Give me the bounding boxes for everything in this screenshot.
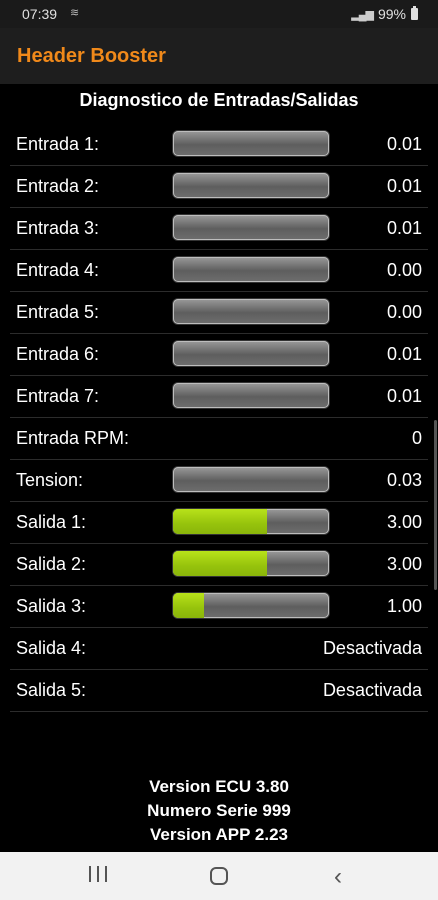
io-value: 0.01 <box>386 176 422 196</box>
io-value: Desactivada <box>322 638 422 658</box>
io-level-fill <box>173 593 205 618</box>
io-row: Entrada 6: 0.01 <box>10 334 428 376</box>
app-title: Header Booster <box>17 45 166 67</box>
io-level-bar <box>173 593 329 618</box>
status-right: ▂▄▆ 99% <box>351 6 418 22</box>
io-row: Salida 4: Desactivada <box>10 628 428 670</box>
scrollbar[interactable] <box>434 420 437 590</box>
io-label: Entrada 2: <box>16 176 100 196</box>
io-label: Salida 5: <box>16 680 87 700</box>
battery-icon <box>411 6 418 20</box>
io-row: Tension: 0.03 <box>10 460 428 502</box>
io-label: Entrada 3: <box>16 218 100 238</box>
io-value: 0.01 <box>386 386 422 406</box>
io-value: 0.00 <box>386 260 422 280</box>
io-level-bar <box>173 173 329 198</box>
io-value: 1.00 <box>386 596 422 616</box>
io-level-bar <box>173 383 329 408</box>
io-label: Entrada 4: <box>16 260 100 280</box>
battery-percent: 99% <box>377 6 406 22</box>
io-label: Entrada 6: <box>16 344 100 364</box>
footer: Version ECU 3.80 Numero Serie 999 Versio… <box>0 775 438 847</box>
serial-number: Numero Serie 999 <box>147 801 291 820</box>
io-value: 3.00 <box>386 512 422 532</box>
io-row: Salida 5: Desactivada <box>10 670 428 712</box>
io-level-bar <box>173 467 329 492</box>
io-label: Salida 2: <box>16 554 87 574</box>
io-value: 0.01 <box>386 134 422 154</box>
status-bar: 07:39 ≋ ▂▄▆ 99% <box>0 0 438 28</box>
io-label: Tension: <box>16 470 84 490</box>
io-label: Salida 1: <box>16 512 87 532</box>
io-value: Desactivada <box>322 680 422 700</box>
io-row: Entrada 4: 0.00 <box>10 250 428 292</box>
ecu-version: Version ECU 3.80 <box>149 777 289 796</box>
io-row: Entrada 3: 0.01 <box>10 208 428 250</box>
io-level-bar <box>173 257 329 282</box>
io-value: 3.00 <box>386 554 422 574</box>
io-value: 0.00 <box>386 302 422 322</box>
io-row: Entrada 2: 0.01 <box>10 166 428 208</box>
section-title: Diagnostico de Entradas/Salidas <box>79 90 359 110</box>
io-level-fill <box>173 551 267 576</box>
back-icon[interactable]: ‹ <box>334 863 342 891</box>
io-level-bar <box>173 341 329 366</box>
wifi-icon: ≋ <box>70 7 80 19</box>
io-row: Salida 1: 3.00 <box>10 502 428 544</box>
io-label: Entrada 7: <box>16 386 100 406</box>
io-row: Entrada 7: 0.01 <box>10 376 428 418</box>
io-level-bar <box>173 551 329 576</box>
app-bar: Header Booster <box>0 28 438 84</box>
io-label: Entrada 5: <box>16 302 100 322</box>
signal-icon: ▂▄▆ <box>351 8 374 21</box>
io-level-bar <box>173 215 329 240</box>
io-level-bar <box>173 509 329 534</box>
io-level-bar <box>173 131 329 156</box>
io-label: Salida 3: <box>16 596 87 616</box>
io-row: Entrada 5: 0.00 <box>10 292 428 334</box>
io-value: 0.01 <box>386 344 422 364</box>
app-version: Version APP 2.23 <box>150 825 288 844</box>
io-label: Salida 4: <box>16 638 87 658</box>
io-value: 0.01 <box>386 218 422 238</box>
io-row: Salida 2: 3.00 <box>10 544 428 586</box>
io-label: Entrada RPM: <box>16 428 130 448</box>
io-level-fill <box>173 509 267 534</box>
io-list: Entrada 1: 0.01 Entrada 2: 0.01 Entrada 3: 0.… <box>10 124 428 712</box>
io-row: Salida 3: 1.00 <box>10 586 428 628</box>
recent-apps-icon[interactable] <box>89 866 107 882</box>
io-label: Entrada 1: <box>16 134 100 154</box>
io-level-bar <box>173 299 329 324</box>
home-icon[interactable] <box>210 867 228 885</box>
io-value: 0.03 <box>386 470 422 490</box>
io-value: 0 <box>411 428 422 448</box>
status-time: 07:39 <box>22 6 58 22</box>
io-row: Entrada RPM: 0 <box>10 418 428 460</box>
io-row: Entrada 1: 0.01 <box>10 124 428 166</box>
navigation-bar: ‹ <box>0 852 438 900</box>
